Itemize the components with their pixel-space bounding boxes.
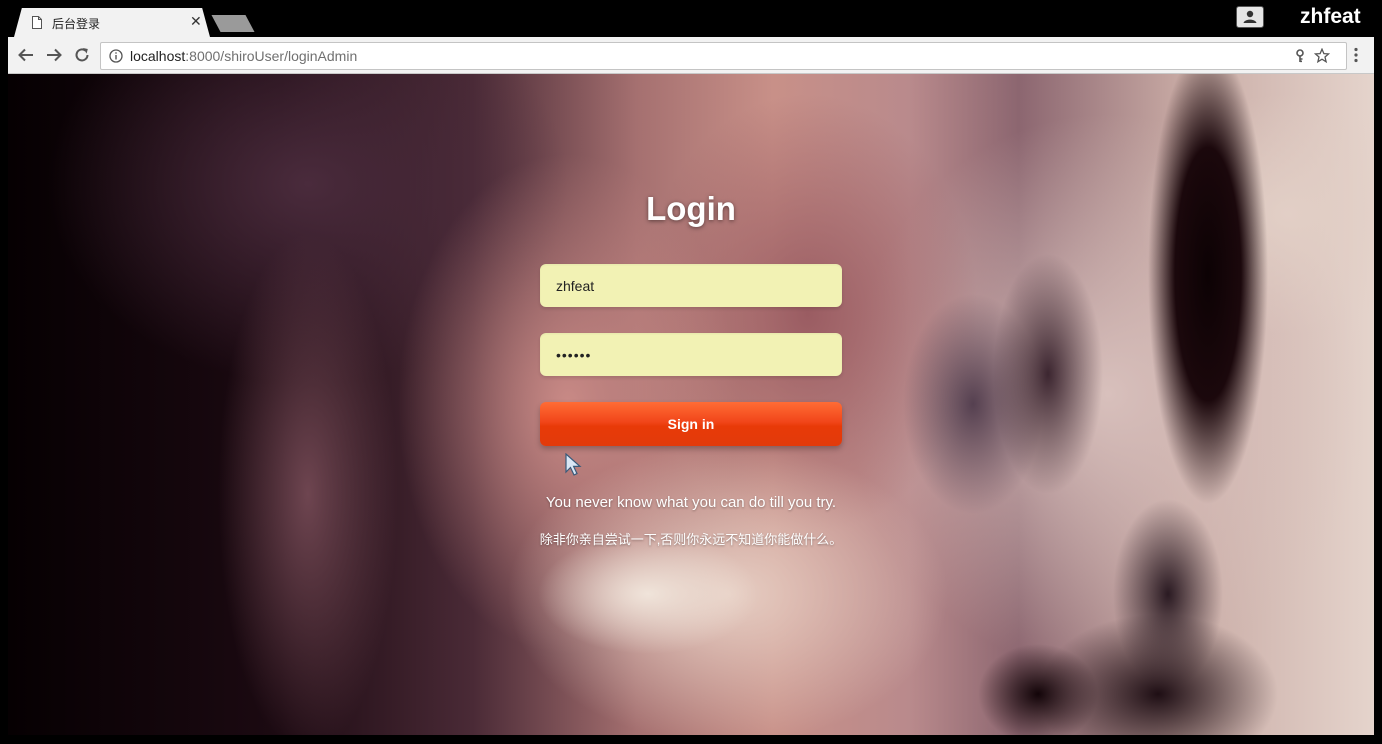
password-field[interactable] [540, 333, 842, 376]
page-background: Login Sign in You never know what you ca… [8, 74, 1374, 735]
star-icon[interactable] [1314, 48, 1330, 64]
key-icon[interactable] [1294, 49, 1306, 63]
url-path: :8000/shiroUser/loginAdmin [185, 48, 358, 64]
profile-icon[interactable] [1236, 6, 1264, 28]
address-bar[interactable]: localhost:8000/shiroUser/loginAdmin [100, 42, 1347, 70]
new-tab-button[interactable] [211, 15, 255, 32]
mouse-cursor-icon [565, 453, 582, 476]
tab-title: 后台登录 [52, 17, 101, 31]
close-icon[interactable]: ✕ [190, 13, 202, 30]
back-arrow-icon[interactable] [17, 46, 35, 64]
motto-chinese: 除非你亲自尝试一下,否则你永远不知道你能做什么。 [539, 532, 843, 547]
url-text: localhost:8000/shiroUser/loginAdmin [130, 48, 357, 64]
browser-toolbar: localhost:8000/shiroUser/loginAdmin [8, 37, 1374, 74]
login-title: Login [646, 190, 736, 227]
motto-english: You never know what you can do till you … [545, 494, 837, 511]
browser-title-bar: 后台登录 ✕ zhfeat [0, 0, 1382, 37]
url-host: localhost [130, 48, 186, 64]
forward-arrow-icon[interactable] [45, 46, 63, 64]
info-icon[interactable] [109, 49, 123, 63]
profile-name: zhfeat [1300, 5, 1361, 28]
browser-tab[interactable]: 后台登录 ✕ [14, 8, 210, 37]
menu-icon[interactable] [1348, 47, 1364, 63]
reload-icon[interactable] [73, 46, 91, 64]
username-field[interactable] [540, 264, 842, 307]
page-icon [32, 16, 42, 29]
sign-in-button[interactable]: Sign in [540, 402, 842, 446]
login-form: Login Sign in You never know what you ca… [540, 184, 843, 547]
